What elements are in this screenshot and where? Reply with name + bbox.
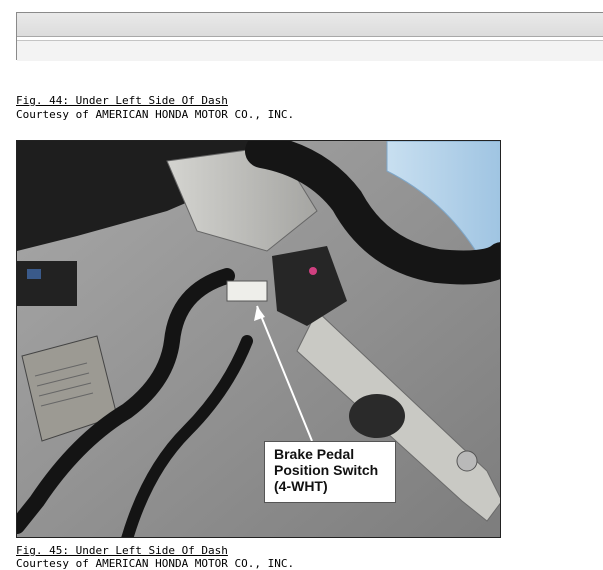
figure-credit: Courtesy of AMERICAN HONDA MOTOR CO., IN… — [16, 557, 295, 570]
header-row-bottom — [17, 40, 603, 61]
header-table — [16, 12, 603, 61]
callout-line: Brake Pedal — [274, 446, 355, 462]
callout-line: Position Switch — [274, 462, 379, 478]
figure-photo — [16, 140, 501, 538]
header-row-top — [17, 13, 603, 37]
figure-title: Fig. 45: Under Left Side Of Dash — [16, 544, 228, 557]
brake-pedal-switch-callout: Brake Pedal Position Switch (4-WHT) — [264, 441, 396, 503]
figure-title: Fig. 44: Under Left Side Of Dash — [16, 94, 228, 107]
photo-illustration — [17, 141, 500, 537]
figure-credit: Courtesy of AMERICAN HONDA MOTOR CO., IN… — [16, 108, 295, 121]
callout-line: (4-WHT) — [274, 478, 328, 494]
